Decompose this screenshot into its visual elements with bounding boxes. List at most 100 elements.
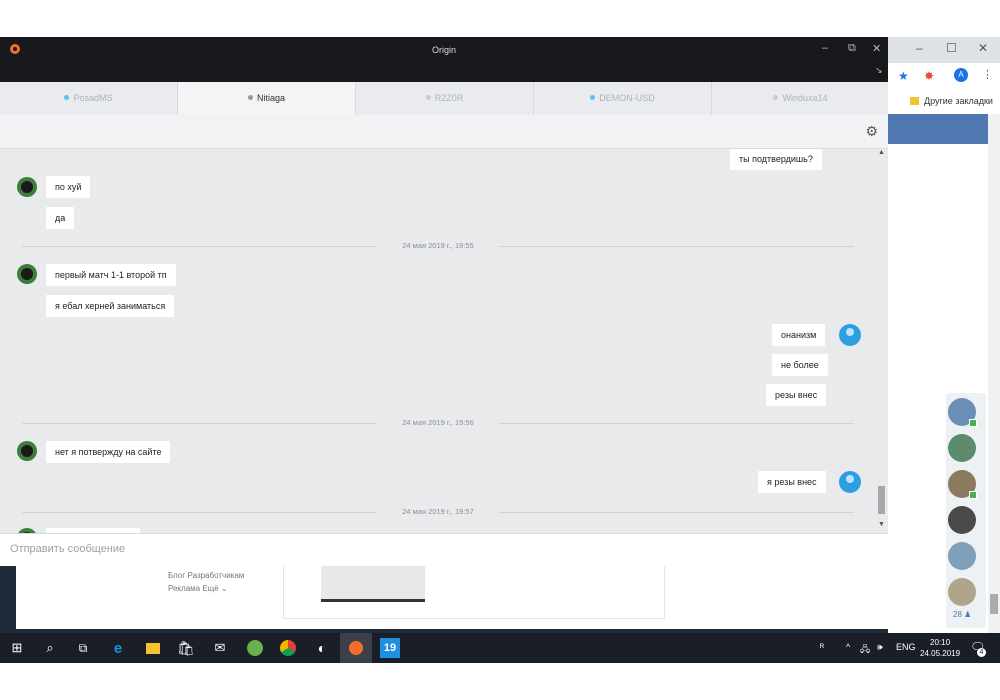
status-dot-icon [425,95,431,100]
status-dot-icon [773,95,779,100]
scroll-thumb[interactable] [990,594,998,614]
contact-avatar[interactable] [17,441,37,461]
scroll-thumb[interactable] [878,486,885,514]
gear-icon[interactable]: ⚙ [865,123,878,140]
windows-taskbar: ⊞ ⌕ ⧉ e 🛍 ✉ ◐ 19 ᴿ ^ 🖧 🕪 ENG 20:10 24.05… [0,633,1000,663]
tab-posadms[interactable]: PosadMS [0,82,178,115]
chrome-title-bar: – ☐ ✕ [888,37,1000,63]
app-19-icon[interactable]: 19 [380,638,400,658]
close-icon[interactable]: ✕ [978,41,988,55]
timestamp-divider: 24 мая 2019 г., 19:56 [22,417,854,429]
people-icon[interactable]: ᴿ [820,642,824,652]
outgoing-message: ты подтвердишь? [730,149,822,170]
taskbar-clock[interactable]: 20:10 24.05.2019 [920,637,960,659]
file-explorer-icon[interactable] [143,638,163,658]
bookmark-star-icon[interactable]: ★ [898,69,909,83]
origin-shape [349,641,363,655]
tray-expand-icon[interactable]: ^ [846,642,850,652]
utorrent-icon[interactable] [245,638,265,658]
minimize-icon[interactable]: – [822,42,828,54]
tab-label: Winduxa14 [782,93,828,103]
edge-icon[interactable]: e [108,638,128,658]
language-indicator[interactable]: ENG [896,642,916,652]
close-icon[interactable]: ✕ [872,42,881,55]
tab-r2z0r[interactable]: R2Z0R [356,82,534,115]
outgoing-message: не более [772,354,828,376]
footer-links-row[interactable]: Блог Разработчикам [168,569,244,582]
status-dot-icon [64,95,70,100]
utorrent-shape [247,640,263,656]
incoming-message: я ебал херней заниматься [46,295,175,317]
folder-shape [146,642,160,654]
status-dot-icon [590,95,596,100]
other-bookmarks[interactable]: Другие закладки [924,96,993,106]
timestamp-text: 24 мая 2019 г., 19:56 [390,418,486,427]
notification-count-badge: 4 [977,648,986,657]
friends-count[interactable]: 28 ♟ [953,610,971,619]
chrome-icon[interactable] [278,638,298,658]
restore-icon[interactable]: ⧉ [848,42,856,55]
friend-avatar[interactable] [948,506,976,534]
chrome-scrollbar[interactable] [988,114,1000,634]
mail-icon[interactable]: ✉ [210,638,230,658]
timestamp-divider: 24 мая 2019 г., 19:57 [22,506,854,518]
task-view-icon[interactable]: ⧉ [73,638,93,658]
chrome-toolbar: ★ ✸ A ⋮ [888,63,1000,91]
incoming-message: нет я потвержду на сайте [46,441,171,463]
origin-title-bar: Origin – ⧉ ✕ ↘ [0,37,888,82]
conversation-tabs: PosadMS Nitiaga R2Z0R DEMON-USD Winduxa1… [0,82,888,116]
background-page: Блог Разработчикам Реклама Ещё ⌄ [0,565,888,633]
origin-taskbar-icon[interactable] [340,633,372,663]
volume-icon[interactable]: 🕪 [877,642,883,653]
user-avatar[interactable] [839,471,861,493]
profile-avatar[interactable]: A [954,68,968,82]
folder-icon [910,97,919,105]
online-indicator [969,491,977,499]
user-avatar[interactable] [839,324,861,346]
friend-avatar[interactable] [948,434,976,462]
status-dot-icon [247,95,253,100]
message-composer [0,533,888,566]
outgoing-message: я резы внес [758,471,826,493]
minimize-icon[interactable]: – [916,41,923,55]
chat-scrollbar[interactable]: ▲ ▼ [876,149,888,533]
bookmarks-bar: Другие закладки [888,91,1000,113]
search-icon[interactable]: ⌕ [40,638,60,658]
maximize-icon[interactable]: ☐ [946,41,957,55]
clock-time: 20:10 [930,638,951,647]
windows-start-icon[interactable]: ⊞ [7,638,27,658]
menu-kebab-icon[interactable]: ⋮ [982,68,993,81]
outgoing-message: онанизм [772,324,826,346]
incoming-message: первый матч 1-1 второй тп [46,264,176,286]
origin-chat-window: Origin – ⧉ ✕ ↘ PosadMS Nitiaga R2Z0R DEM… [0,37,888,566]
screen-margin [0,663,1000,700]
scroll-down-icon[interactable]: ▼ [878,521,885,528]
steam-icon[interactable]: ◐ [312,638,332,658]
contact-avatar[interactable] [17,264,37,284]
outgoing-message: резы внес [766,384,827,406]
tab-nitiaga[interactable]: Nitiaga [178,82,356,115]
footer-links-row[interactable]: Реклама Ещё ⌄ [168,582,244,595]
extension-icon[interactable]: ✸ [924,69,934,83]
store-icon[interactable]: 🛍 [176,638,196,658]
popout-arrow-icon[interactable]: ↘ [875,65,883,76]
message-input[interactable] [8,542,812,556]
friend-avatar[interactable] [948,542,976,570]
friend-avatar[interactable] [948,578,976,606]
tab-label: Nitiaga [256,93,285,103]
incoming-message: по хуй [46,176,91,198]
clock-date: 24.05.2019 [920,649,961,658]
tab-label: DEMON-USD [599,93,655,103]
footer-links: Блог Разработчикам Реклама Ещё ⌄ [168,569,244,595]
tab-label: PosadMS [73,93,113,103]
tab-demon-usd[interactable]: DEMON-USD [534,82,712,115]
tab-winduxa14[interactable]: Winduxa14 [712,82,889,115]
incoming-message: да [46,207,75,229]
network-icon[interactable]: 🖧 [860,642,870,658]
timestamp-text: 24 мая 2019 г., 19:55 [390,241,486,250]
contact-avatar[interactable] [17,177,37,197]
scroll-up-icon[interactable]: ▲ [878,149,885,156]
message-list: ты подтвердишь? по хуй да 24 мая 2019 г.… [0,149,876,533]
screenshot-thumbnail[interactable] [321,565,425,602]
timestamp-text: 24 мая 2019 г., 19:57 [390,507,486,516]
